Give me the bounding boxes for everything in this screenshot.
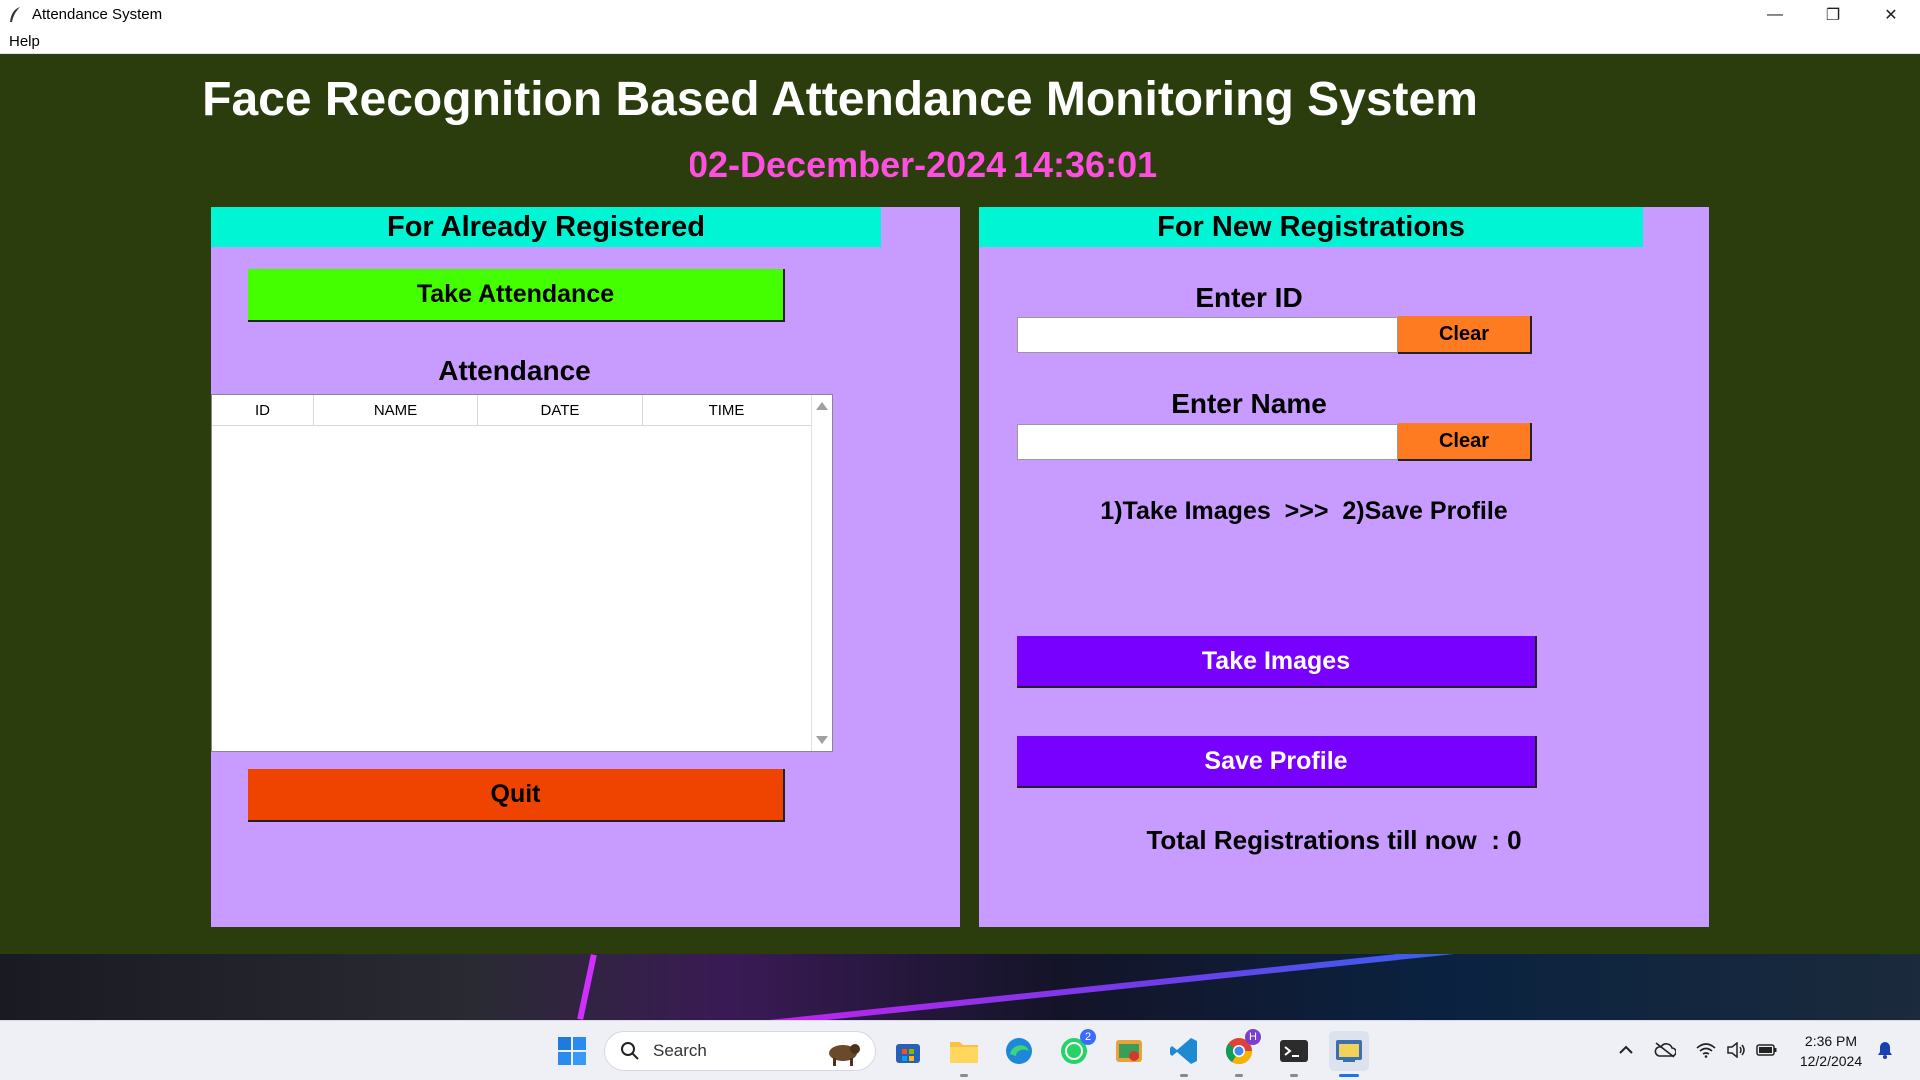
table-scrollbar[interactable] (811, 395, 832, 751)
explorer-running-indicator (960, 1074, 968, 1077)
edge-browser-icon[interactable] (999, 1031, 1039, 1071)
chrome-profile-badge: H (1245, 1029, 1261, 1045)
clock-time: 2:36 PM (1804, 1033, 1858, 1049)
time-label: 14:36:01 (1013, 144, 1158, 185)
name-input[interactable] (1017, 424, 1398, 460)
take-attendance-button[interactable]: Take Attendance (248, 269, 785, 322)
column-header-date[interactable]: DATE (478, 395, 643, 425)
volume-icon[interactable] (1724, 1035, 1748, 1065)
notification-bell-icon[interactable] (1873, 1035, 1897, 1065)
quit-button[interactable]: Quit (248, 769, 785, 822)
menu-help[interactable]: Help (9, 33, 40, 50)
attendance-table[interactable]: ID NAME DATE TIME (211, 394, 833, 752)
vscode-running-indicator (1180, 1074, 1188, 1077)
desktop-wallpaper (0, 954, 1920, 1020)
window-controls: — ❐ ✕ (1746, 0, 1920, 29)
search-icon (619, 1040, 641, 1062)
scroll-down-icon[interactable] (816, 736, 828, 744)
taskbar: Search 2 H 2:36 PM 12/2/2024 (0, 1020, 1920, 1080)
app-window: Face Recognition Based Attendance Monito… (0, 54, 1920, 954)
new-registrations-header: For New Registrations (979, 207, 1643, 247)
show-hidden-icons-chevron-icon[interactable] (1614, 1035, 1638, 1065)
chrome-icon[interactable]: H (1219, 1029, 1261, 1077)
scroll-up-icon[interactable] (816, 402, 828, 410)
start-menu-icon[interactable] (552, 1031, 592, 1071)
clear-name-button[interactable]: Clear (1398, 423, 1532, 461)
column-header-id[interactable]: ID (212, 395, 314, 425)
terminal-icon[interactable] (1274, 1031, 1314, 1077)
wallpaper-light-streak-vertical (577, 954, 597, 1020)
enter-name-label: Enter Name (1171, 388, 1327, 419)
chrome-running-indicator (1235, 1074, 1243, 1077)
clear-id-button[interactable]: Clear (1398, 316, 1532, 354)
clock-date: 12/2/2024 (1799, 1053, 1863, 1069)
already-registered-header: For Already Registered (211, 207, 881, 247)
take-images-button[interactable]: Take Images (1017, 636, 1537, 688)
vscode-icon[interactable] (1164, 1031, 1204, 1077)
python-app-active-indicator (1339, 1074, 1359, 1077)
microsoft-store-icon[interactable] (888, 1031, 928, 1071)
attendance-label: Attendance (438, 355, 591, 386)
taskbar-clock[interactable]: 2:36 PM 12/2/2024 (1785, 1031, 1877, 1071)
restore-button[interactable]: ❐ (1804, 0, 1862, 29)
wifi-icon[interactable] (1694, 1035, 1718, 1065)
already-registered-panel: For Already Registered Take Attendance A… (211, 207, 960, 927)
window-title: Attendance System (32, 6, 163, 23)
window-titlebar: Attendance System — ❐ ✕ (0, 0, 1920, 29)
onedrive-offline-icon[interactable] (1652, 1035, 1678, 1065)
search-highlight-bison-icon (821, 1036, 865, 1068)
minimize-button[interactable]: — (1746, 0, 1804, 29)
id-input[interactable] (1017, 317, 1398, 353)
whatsapp-notification-badge: 2 (1080, 1029, 1096, 1045)
battery-icon[interactable] (1754, 1035, 1780, 1065)
wallpaper-light-streak (702, 954, 1598, 1020)
whatsapp-icon[interactable]: 2 (1054, 1029, 1096, 1071)
menubar: Help (0, 29, 1920, 54)
total-registrations-label: Total Registrations till now : 0 (1146, 825, 1522, 855)
page-title: Face Recognition Based Attendance Monito… (202, 73, 1478, 126)
table-header-row: ID NAME DATE TIME (212, 395, 832, 426)
steps-instruction: 1)Take Images >>> 2)Save Profile (1100, 497, 1508, 525)
python-tk-app-icon[interactable] (1329, 1031, 1369, 1077)
terminal-running-indicator (1290, 1074, 1298, 1077)
taskbar-search[interactable]: Search (604, 1031, 876, 1071)
enter-id-label: Enter ID (1195, 282, 1303, 313)
search-placeholder: Search (653, 1041, 707, 1060)
photos-app-icon[interactable] (1109, 1031, 1149, 1071)
close-button[interactable]: ✕ (1862, 0, 1920, 29)
date-clip-overlay (0, 144, 690, 194)
save-profile-button[interactable]: Save Profile (1017, 736, 1537, 788)
date-label: 02-December-2024 (688, 144, 1007, 185)
feather-app-icon (6, 6, 24, 24)
new-registrations-panel: For New Registrations Enter ID Clear Ent… (979, 207, 1709, 927)
column-header-time[interactable]: TIME (643, 395, 810, 425)
column-header-name[interactable]: NAME (314, 395, 478, 425)
datetime-display: 02-December-2024 14:36:01 (0, 144, 1920, 194)
file-explorer-icon[interactable] (944, 1031, 984, 1077)
